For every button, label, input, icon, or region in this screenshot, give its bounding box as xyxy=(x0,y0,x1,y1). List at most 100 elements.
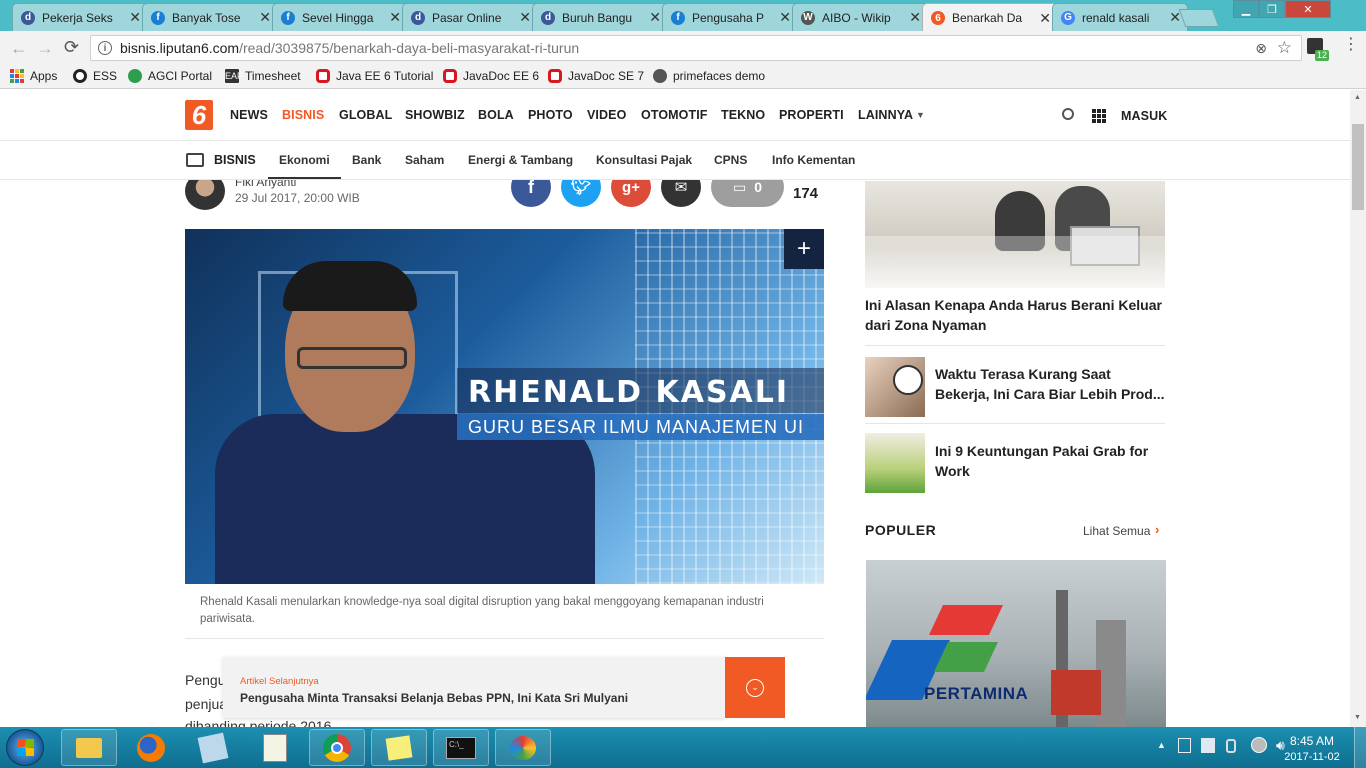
apps-grid-icon[interactable] xyxy=(1092,109,1106,123)
bookmark-javadoc-ee-6[interactable]: JavaDoc EE 6 xyxy=(443,69,539,83)
forward-icon[interactable]: → xyxy=(36,38,54,59)
sidebar-item-3-title[interactable]: Ini 9 Keuntungan Pakai Grab for Work xyxy=(935,441,1165,481)
divider xyxy=(865,423,1165,424)
search-icon[interactable] xyxy=(1062,108,1074,120)
bookmark-javadoc-se-7[interactable]: JavaDoc SE 7 xyxy=(548,69,644,83)
nav-global[interactable]: GLOBAL xyxy=(339,108,392,122)
bookmark-timesheet[interactable]: EAP Timesheet xyxy=(225,69,301,83)
sidebar-item-1-title[interactable]: Ini Alasan Kenapa Anda Harus Berani Kelu… xyxy=(865,295,1165,335)
tab-close-icon[interactable]: ✕ xyxy=(909,9,921,26)
article-main-image[interactable]: RHENALD KASALI GURU BESAR ILMU MANAJEMEN… xyxy=(185,229,824,584)
nav-bisnis[interactable]: BISNIS xyxy=(282,108,324,122)
sidebar-item-2-title[interactable]: Waktu Terasa Kurang Saat Bekerja, Ini Ca… xyxy=(935,364,1165,404)
sidebar-item-2-image[interactable] xyxy=(865,357,925,417)
nav-tekno[interactable]: TEKNO xyxy=(721,108,765,122)
sidebar-item-3-image[interactable] xyxy=(865,433,925,493)
reload-icon[interactable]: ⟳ xyxy=(64,37,79,58)
subnav-saham[interactable]: Saham xyxy=(405,153,444,167)
taskbar-time[interactable]: 8:45 AM xyxy=(1281,734,1343,748)
next-article-card[interactable]: Artikel Selanjutnya Pengusaha Minta Tran… xyxy=(223,657,725,718)
browser-tab[interactable]: f Sevel Hingga ✕ xyxy=(272,3,408,31)
browser-tab[interactable]: 6 Benarkah Da ✕ xyxy=(922,3,1058,32)
taskbar-notepad-plus[interactable] xyxy=(247,729,303,766)
person-hair xyxy=(283,261,417,311)
bookmark-agci-portal[interactable]: AGCI Portal xyxy=(128,69,212,83)
tab-close-icon[interactable]: ✕ xyxy=(649,9,661,26)
liputan6-logo[interactable]: 6 xyxy=(185,100,213,130)
section-title[interactable]: BISNIS xyxy=(214,153,256,167)
page-scrollbar[interactable]: ▲ ▼ xyxy=(1350,90,1366,727)
browser-tab[interactable]: f Banyak Tose ✕ xyxy=(142,3,278,31)
tab-close-icon[interactable]: ✕ xyxy=(259,9,271,26)
taskbar-sticky-notes[interactable] xyxy=(371,729,427,766)
taskbar-paint[interactable] xyxy=(495,729,551,766)
populer-image-pertamina[interactable]: PERTAMINA xyxy=(866,560,1166,727)
show-desktop-button[interactable] xyxy=(1354,727,1366,768)
tab-close-icon[interactable]: ✕ xyxy=(129,9,141,26)
close-window-button[interactable]: ✕ xyxy=(1285,0,1331,18)
device-icon[interactable] xyxy=(1201,738,1215,753)
sidebar-item-1-image[interactable] xyxy=(865,181,1165,288)
new-tab-button[interactable] xyxy=(1178,9,1220,27)
browser-tab[interactable]: d Pekerja Seks ✕ xyxy=(12,3,148,31)
nav-news[interactable]: NEWS xyxy=(230,108,268,122)
tab-title: Benarkah Da xyxy=(952,11,1023,25)
taskbar-firefox[interactable] xyxy=(123,729,179,766)
subnav-cpns[interactable]: CPNS xyxy=(714,153,747,167)
subnav-konsultasi-pajak[interactable]: Konsultasi Pajak xyxy=(596,153,692,167)
browser-tab[interactable]: d Pasar Online ✕ xyxy=(402,3,538,31)
nav-otomotif[interactable]: OTOMOTIF xyxy=(641,108,708,122)
minimize-button[interactable]: ▁ xyxy=(1233,0,1259,18)
expand-plus-button[interactable]: + xyxy=(784,229,824,269)
nav-bola[interactable]: BOLA xyxy=(478,108,514,122)
back-icon[interactable]: ← xyxy=(10,38,28,59)
taskbar-date[interactable]: 2017-11-02 xyxy=(1281,751,1343,763)
taskbar-explorer[interactable] xyxy=(61,729,117,766)
bookmark-star-icon[interactable]: ☆ xyxy=(1277,38,1292,58)
plus-icon: + xyxy=(796,235,811,262)
browser-tab[interactable]: f Pengusaha P ✕ xyxy=(662,3,798,31)
bookmark-ess[interactable]: ESS xyxy=(73,69,117,83)
nav-properti[interactable]: PROPERTI xyxy=(779,108,844,122)
browser-tab[interactable]: d Buruh Bangu ✕ xyxy=(532,3,668,31)
chevron-right-icon[interactable]: › xyxy=(1155,522,1159,537)
tab-close-icon[interactable]: ✕ xyxy=(779,9,791,26)
nav-showbiz[interactable]: SHOWBIZ xyxy=(405,108,465,122)
blocked-cookie-icon[interactable]: ⊗ xyxy=(1255,40,1267,57)
bookmark-primefaces-demo[interactable]: primefaces demo xyxy=(653,69,765,83)
next-article-title[interactable]: Pengusaha Minta Transaksi Belanja Bebas … xyxy=(240,691,628,705)
info-icon[interactable]: i xyxy=(98,41,112,55)
address-bar[interactable]: i bisnis.liputan6.com/read/3039875/benar… xyxy=(90,35,1302,61)
scroll-up-arrow-icon[interactable]: ▲ xyxy=(1354,94,1361,101)
url-path: /read/3039875/benarkah-daya-beli-masyara… xyxy=(239,40,580,56)
browser-tab[interactable]: W AIBO - Wikip ✕ xyxy=(792,3,928,31)
browser-tab[interactable]: Grenald kasali ✕ xyxy=(1052,3,1188,31)
nav-photo[interactable]: PHOTO xyxy=(528,108,573,122)
scrollbar-thumb[interactable] xyxy=(1352,124,1364,210)
subnav-ekonomi[interactable]: Ekonomi xyxy=(279,153,330,167)
tab-close-icon[interactable]: ✕ xyxy=(1039,10,1051,27)
action-center-flag-icon[interactable] xyxy=(1178,738,1191,753)
subnav-bank[interactable]: Bank xyxy=(352,153,381,167)
bookmark-apps[interactable]: Apps xyxy=(10,69,57,83)
maximize-button[interactable]: ❐ xyxy=(1259,0,1285,18)
bookmark-java-ee-6-tutorial[interactable]: Java EE 6 Tutorial xyxy=(316,69,433,83)
login-link[interactable]: MASUK xyxy=(1121,109,1167,123)
nav-video[interactable]: VIDEO xyxy=(587,108,626,122)
scroll-down-arrow-icon[interactable]: ▼ xyxy=(1354,714,1361,721)
subnav-energi-tambang[interactable]: Energi & Tambang xyxy=(468,153,573,167)
taskbar-chrome[interactable] xyxy=(309,729,365,766)
menu-icon[interactable]: ⋮ xyxy=(1343,37,1359,53)
tab-close-icon[interactable]: ✕ xyxy=(389,9,401,26)
see-all-link[interactable]: Lihat Semua xyxy=(1083,524,1150,538)
start-button[interactable] xyxy=(6,729,44,766)
nav-lainnya[interactable]: LAINNYA xyxy=(858,108,913,122)
taskbar-command-prompt[interactable]: C:\_ xyxy=(433,729,489,766)
tab-close-icon[interactable]: ✕ xyxy=(519,9,531,26)
taskbar-app[interactable] xyxy=(185,729,241,766)
show-hidden-icons-icon[interactable]: ▲ xyxy=(1157,740,1166,750)
next-article-button[interactable]: ⌄ xyxy=(725,657,785,718)
usb-icon[interactable] xyxy=(1226,739,1236,753)
subnav-info-kementan[interactable]: Info Kementan xyxy=(772,153,855,167)
network-icon[interactable] xyxy=(1251,737,1267,753)
